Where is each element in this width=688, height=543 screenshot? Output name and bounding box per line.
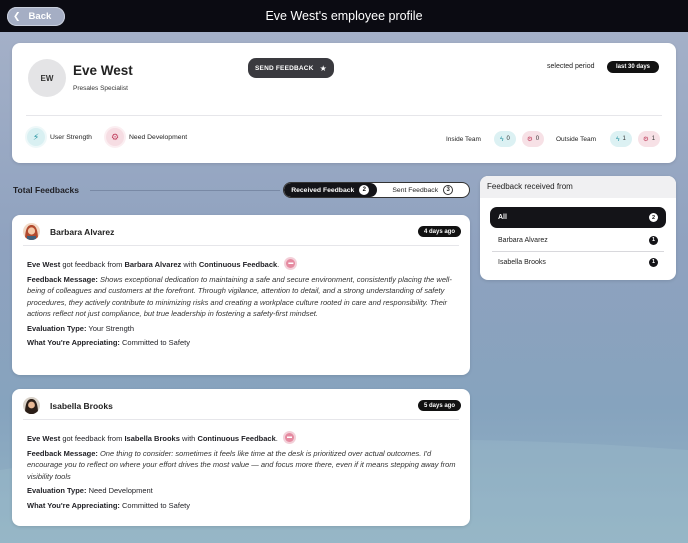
outside-team-development-count: ⚙ 1 bbox=[638, 131, 660, 147]
tab-received-feedback[interactable]: Received Feedback 2 bbox=[284, 183, 377, 197]
feedback-type: Continuous Feedback bbox=[198, 260, 278, 269]
evaluation-label: Evaluation Type: bbox=[27, 486, 87, 495]
summary-text: got feedback from bbox=[62, 434, 123, 443]
summary-text: got feedback from bbox=[62, 260, 123, 269]
gear-icon: ⚙ bbox=[642, 136, 649, 143]
inside-team-label: Inside Team bbox=[446, 136, 481, 143]
inside-team-strength-count: ϟ0 bbox=[494, 131, 516, 147]
feedback-card: Isabella Brooks 5 days ago Eve West got … bbox=[12, 389, 470, 526]
section-title: Total Feedbacks bbox=[13, 185, 79, 195]
legend-strength-label: User Strength bbox=[50, 133, 92, 141]
outside-team-label: Outside Team bbox=[556, 136, 596, 143]
legend-development-label: Need Development bbox=[129, 133, 188, 141]
feedback-message: Feedback Message: Shows exceptional dedi… bbox=[27, 274, 458, 320]
feedback-message: Feedback Message: One thing to consider:… bbox=[27, 448, 458, 483]
appreciating-label: What You're Appreciating: bbox=[27, 338, 120, 347]
count: 1 bbox=[651, 136, 656, 142]
divider bbox=[26, 115, 662, 116]
avatar bbox=[23, 397, 40, 414]
top-bar: ❮ Back Eve West's employee profile bbox=[0, 0, 688, 32]
tab-count: 3 bbox=[443, 185, 454, 195]
feedback-summary: Eve West got feedback from Isabella Broo… bbox=[27, 431, 458, 445]
appreciating-value: Committed to Safety bbox=[122, 500, 190, 510]
feedback-source-filter: Feedback received from All 2 Barbara Alv… bbox=[480, 176, 676, 280]
tab-label: Sent Feedback bbox=[392, 186, 439, 194]
feedback-body: Eve West got feedback from Barbara Alvar… bbox=[27, 257, 458, 352]
feedback-tabs: Received Feedback 2 Sent Feedback 3 bbox=[283, 182, 470, 198]
star-icon: ★ bbox=[319, 63, 327, 73]
outside-team-strength-count: ϟ1 bbox=[610, 131, 632, 147]
filter-item-isabella-brooks[interactable]: Isabella Brooks 1 bbox=[490, 252, 666, 272]
bolt-icon: ϟ bbox=[616, 135, 620, 143]
feedback-summary: Eve West got feedback from Barbara Alvar… bbox=[27, 257, 458, 271]
summary-text: with bbox=[182, 434, 196, 443]
time-ago-badge: 5 days ago bbox=[417, 400, 461, 411]
filter-title: Feedback received from bbox=[480, 176, 676, 198]
gear-icon: ⚙ bbox=[526, 136, 533, 143]
divider bbox=[23, 245, 459, 246]
count: 1 bbox=[622, 136, 626, 142]
profile-card: EW Eve West Presales Specialist SEND FEE… bbox=[12, 43, 676, 163]
bolt-icon: ⚡ bbox=[27, 128, 45, 146]
avatar: EW bbox=[28, 59, 66, 97]
tab-count: 2 bbox=[359, 185, 370, 195]
inside-team-development-count: ⚙ 0 bbox=[522, 131, 544, 147]
appreciating-label: What You're Appreciating: bbox=[27, 500, 120, 510]
avatar bbox=[23, 223, 40, 240]
employee-role: Presales Specialist bbox=[73, 85, 128, 92]
summary-text: with bbox=[183, 260, 197, 269]
sender-name: Isabella Brooks bbox=[50, 401, 113, 411]
evaluation-value: Your Strength bbox=[88, 323, 135, 333]
filter-item-count: 1 bbox=[649, 235, 658, 245]
appreciating: What You're Appreciating: Committed to S… bbox=[27, 500, 458, 512]
legend-development: ⚙ Need Development bbox=[106, 128, 187, 146]
from-name: Isabella Brooks bbox=[124, 434, 180, 443]
gear-icon: ⚙ bbox=[106, 128, 124, 146]
period-label: selected period bbox=[547, 63, 595, 70]
recipient-name: Eve West bbox=[27, 434, 61, 443]
employee-name: Eve West bbox=[73, 63, 133, 78]
time-ago-badge: 4 days ago bbox=[417, 226, 461, 237]
filter-item-barbara-alvarez[interactable]: Barbara Alvarez 1 bbox=[490, 230, 666, 250]
filter-item-count: 2 bbox=[649, 213, 658, 222]
count: 0 bbox=[535, 136, 540, 142]
filter-item-label: Isabella Brooks bbox=[498, 258, 546, 266]
filter-item-count: 1 bbox=[649, 257, 658, 267]
count: 0 bbox=[506, 136, 510, 142]
filter-item-label: All bbox=[498, 214, 507, 221]
tab-label: Received Feedback bbox=[291, 186, 355, 194]
tab-sent-feedback[interactable]: Sent Feedback 3 bbox=[377, 183, 470, 197]
feedback-type: Continuous Feedback bbox=[197, 434, 276, 443]
message-label: Feedback Message: bbox=[27, 448, 98, 458]
send-feedback-button[interactable]: SEND FEEDBACK ★ bbox=[248, 58, 334, 78]
evaluation-type: Evaluation Type: Your Strength bbox=[27, 323, 458, 335]
evaluation-type: Evaluation Type: Need Development bbox=[27, 485, 458, 497]
recipient-name: Eve West bbox=[27, 260, 61, 269]
bolt-icon: ϟ bbox=[500, 135, 504, 143]
legend-strength: ⚡ User Strength bbox=[27, 128, 92, 146]
chat-bubble-icon: ▬ bbox=[282, 431, 296, 445]
message-label: Feedback Message: bbox=[27, 274, 98, 284]
period-selector[interactable]: last 30 days bbox=[607, 61, 659, 73]
appreciating-value: Committed to Safety bbox=[122, 338, 190, 347]
sender-name: Barbara Alvarez bbox=[50, 227, 115, 237]
feedback-card: Barbara Alvarez 4 days ago Eve West got … bbox=[12, 215, 470, 375]
evaluation-label: Evaluation Type: bbox=[27, 323, 87, 333]
chat-bubble-icon: ▬ bbox=[284, 257, 298, 271]
filter-item-all[interactable]: All 2 bbox=[490, 207, 666, 228]
section-divider bbox=[90, 190, 280, 191]
page-title: Eve West's employee profile bbox=[265, 9, 423, 23]
send-feedback-label: SEND FEEDBACK bbox=[255, 64, 314, 72]
filter-item-label: Barbara Alvarez bbox=[498, 236, 548, 244]
divider bbox=[23, 419, 459, 420]
from-name: Barbara Alvarez bbox=[124, 260, 182, 269]
appreciating: What You're Appreciating: Committed to S… bbox=[27, 337, 458, 349]
feedback-body: Eve West got feedback from Isabella Broo… bbox=[27, 431, 458, 514]
evaluation-value: Need Development bbox=[88, 486, 153, 495]
